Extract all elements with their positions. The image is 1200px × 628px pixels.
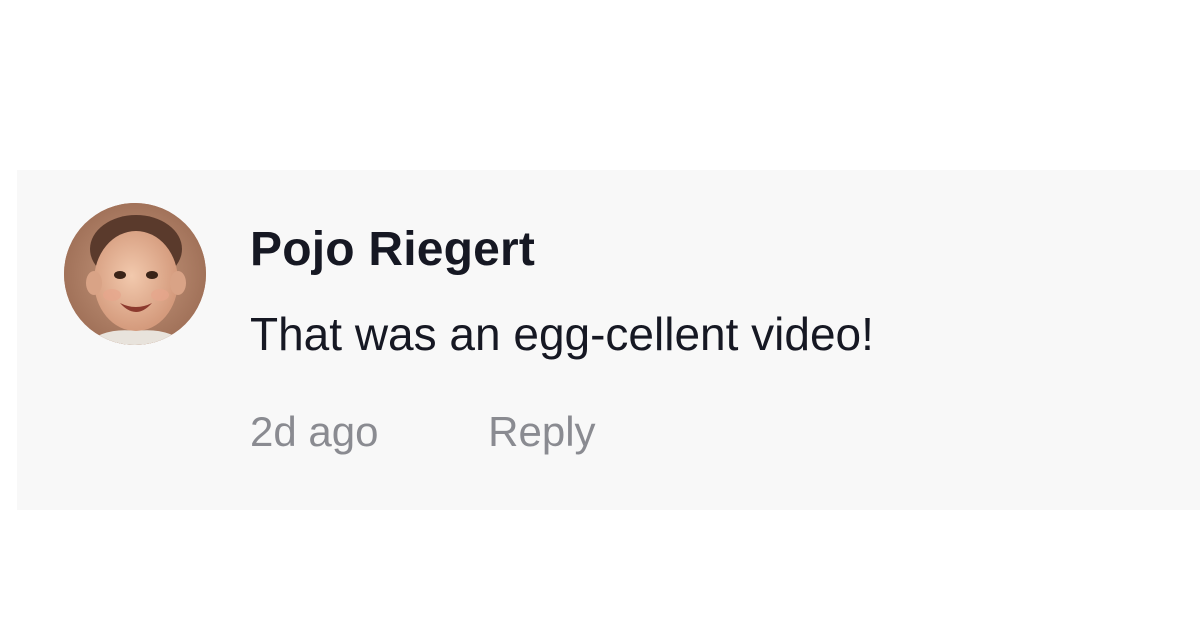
comment-meta: 2d ago Reply bbox=[250, 408, 596, 456]
comment-timestamp: 2d ago bbox=[250, 408, 379, 455]
comment-card: Pojo Riegert That was an egg-cellent vid… bbox=[17, 170, 1200, 510]
avatar[interactable] bbox=[64, 203, 206, 345]
baby-photo-avatar-icon bbox=[64, 203, 206, 345]
comment-author-name[interactable]: Pojo Riegert bbox=[250, 222, 535, 277]
reply-button[interactable]: Reply bbox=[488, 408, 595, 456]
comment-text: That was an egg-cellent video! bbox=[250, 308, 874, 360]
